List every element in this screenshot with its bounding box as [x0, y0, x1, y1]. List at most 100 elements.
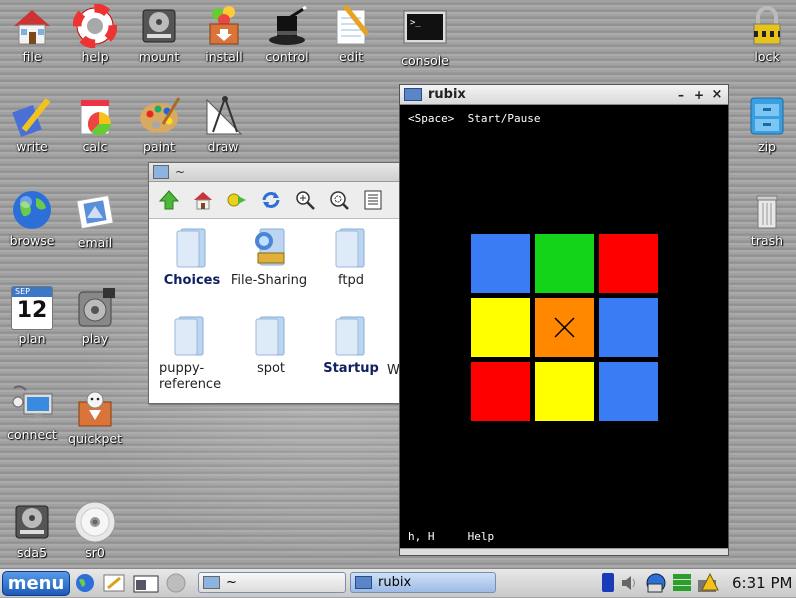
- desktop-icon-label: calc: [82, 139, 108, 154]
- calendar-day: 12: [16, 298, 48, 323]
- editor-launcher-icon[interactable]: [102, 572, 126, 598]
- desktop-icon-control[interactable]: control: [255, 4, 319, 64]
- bookmark-arrow-icon[interactable]: [225, 188, 249, 212]
- zoom-fit-icon[interactable]: [327, 188, 351, 212]
- grid-cell[interactable]: [535, 234, 594, 293]
- desktop-icon-connect[interactable]: connect: [0, 382, 64, 442]
- rubix-titlebar[interactable]: rubix – + ×: [400, 85, 728, 105]
- globe-icon: [10, 188, 54, 232]
- window-app-icon: [203, 576, 220, 589]
- write-pen-icon: [10, 94, 54, 138]
- shared-folder-icon: [252, 227, 286, 269]
- rubix-color-grid[interactable]: [471, 234, 660, 423]
- folder-item[interactable]: ftpd: [308, 227, 394, 288]
- cursor-x-icon: [554, 317, 575, 338]
- zoom-in-icon[interactable]: [293, 188, 317, 212]
- rubix-title: rubix: [428, 87, 466, 102]
- optical-disc-icon: [73, 500, 117, 544]
- calendar-icon: SEP 12: [11, 286, 53, 330]
- desktop-icon-write[interactable]: write: [0, 94, 64, 154]
- desktop-icon-file[interactable]: file: [0, 4, 64, 64]
- desktop-icon-label: draw: [207, 139, 239, 154]
- minimize-button[interactable]: –: [674, 88, 688, 102]
- desktop-icon-label: sda5: [16, 545, 48, 560]
- home-icon[interactable]: [191, 188, 215, 212]
- grid-cell[interactable]: [471, 234, 530, 293]
- taskbar-task-file-manager[interactable]: ~: [198, 572, 346, 593]
- folder-name: File-Sharing: [230, 273, 308, 288]
- grid-cell[interactable]: [535, 362, 594, 421]
- grid-cell-cursor[interactable]: [535, 298, 594, 357]
- folder-name: Choices: [163, 273, 221, 288]
- screen-icon[interactable]: [164, 572, 188, 598]
- desktop-icon-zip[interactable]: zip: [735, 94, 796, 154]
- browser-launcher-icon[interactable]: [74, 572, 96, 598]
- close-button[interactable]: ×: [710, 87, 724, 102]
- warning-drive-icon[interactable]: [696, 572, 720, 598]
- desktop-icon-draw[interactable]: draw: [191, 94, 255, 154]
- menu-button[interactable]: menu: [2, 571, 70, 596]
- folder-name: Startup: [323, 361, 379, 376]
- desktop-icon-label: quickpet: [68, 431, 122, 446]
- desktop-icon-plan[interactable]: SEP 12 plan: [0, 286, 64, 346]
- details-view-icon[interactable]: [361, 188, 385, 212]
- rubix-window[interactable]: rubix – + × <Space> Start/Pause h, H Hel…: [399, 84, 729, 556]
- show-desktop-icon[interactable]: [132, 572, 160, 598]
- folder-item[interactable]: File-Sharing: [226, 227, 312, 288]
- desktop-icon-help[interactable]: help: [63, 3, 127, 64]
- folder-name: spot: [256, 361, 286, 376]
- quickpet-package-icon: [73, 386, 117, 430]
- desktop-icon-install[interactable]: install: [192, 4, 256, 64]
- desktop-icon-email[interactable]: email: [63, 190, 127, 250]
- desktop-icon-paint[interactable]: paint: [127, 94, 191, 154]
- folder-icon: [334, 227, 368, 269]
- desktop-icon-calc[interactable]: calc: [63, 94, 127, 154]
- desktop-icon-label: browse: [9, 233, 55, 248]
- volume-icon[interactable]: [620, 573, 636, 597]
- window-app-icon: [153, 165, 169, 179]
- up-arrow-icon[interactable]: [157, 188, 181, 212]
- grid-cell[interactable]: [599, 362, 658, 421]
- desktop-icon-edit[interactable]: edit: [319, 4, 383, 64]
- file-manager-window[interactable]: ~ Choices File-Sharing ftpd puppy- refer…: [148, 162, 402, 404]
- trash-can-icon: [745, 188, 789, 232]
- task-label: rubix: [378, 575, 412, 590]
- horizontal-scrollbar[interactable]: [400, 548, 728, 555]
- desktop-icon-label: console: [401, 53, 449, 68]
- maximize-button[interactable]: +: [692, 88, 706, 102]
- battery-icon[interactable]: [602, 573, 614, 592]
- taskbar-task-rubix[interactable]: rubix: [350, 572, 496, 593]
- calendar-month: SEP: [12, 287, 52, 297]
- desktop-icon-browse[interactable]: browse: [0, 188, 64, 248]
- desktop-icon-quickpet[interactable]: quickpet: [63, 386, 127, 446]
- desktop-icon-lock[interactable]: lock: [735, 4, 796, 64]
- clock[interactable]: 6:31 PM: [732, 574, 792, 592]
- grid-cell[interactable]: [599, 234, 658, 293]
- padlock-icon: [745, 4, 789, 48]
- desktop-icon-sr0[interactable]: sr0: [63, 500, 127, 560]
- grid-cell[interactable]: [471, 362, 530, 421]
- file-manager-titlebar[interactable]: ~: [149, 163, 401, 182]
- desktop-icon-trash[interactable]: trash: [735, 188, 796, 248]
- desktop-icon-play[interactable]: play: [63, 286, 127, 346]
- desktop-icon-console[interactable]: >_ console: [393, 8, 457, 68]
- folder-icon: [173, 315, 207, 357]
- folder-item[interactable]: Startup: [308, 315, 394, 376]
- desktop-icon-label: control: [265, 49, 309, 64]
- storage-stack-icon[interactable]: [671, 572, 693, 598]
- network-icon[interactable]: [644, 572, 668, 598]
- desktop-icon-mount[interactable]: mount: [127, 4, 191, 64]
- folder-item[interactable]: spot: [228, 315, 314, 376]
- network-computer-icon: [10, 382, 54, 426]
- desktop-icon-sda5[interactable]: sda5: [0, 500, 64, 560]
- top-hint: <Space> Start/Pause: [408, 112, 540, 125]
- hint-action: Start/Pause: [467, 112, 541, 125]
- window-app-icon: [404, 88, 422, 101]
- grid-cell[interactable]: [599, 298, 658, 357]
- folder-item[interactable]: Choices: [149, 227, 235, 288]
- folder-icon: [254, 315, 288, 357]
- grid-cell[interactable]: [471, 298, 530, 357]
- desktop-icon-label: file: [22, 49, 42, 64]
- spreadsheet-chart-icon: [73, 94, 117, 138]
- refresh-icon[interactable]: [259, 188, 283, 212]
